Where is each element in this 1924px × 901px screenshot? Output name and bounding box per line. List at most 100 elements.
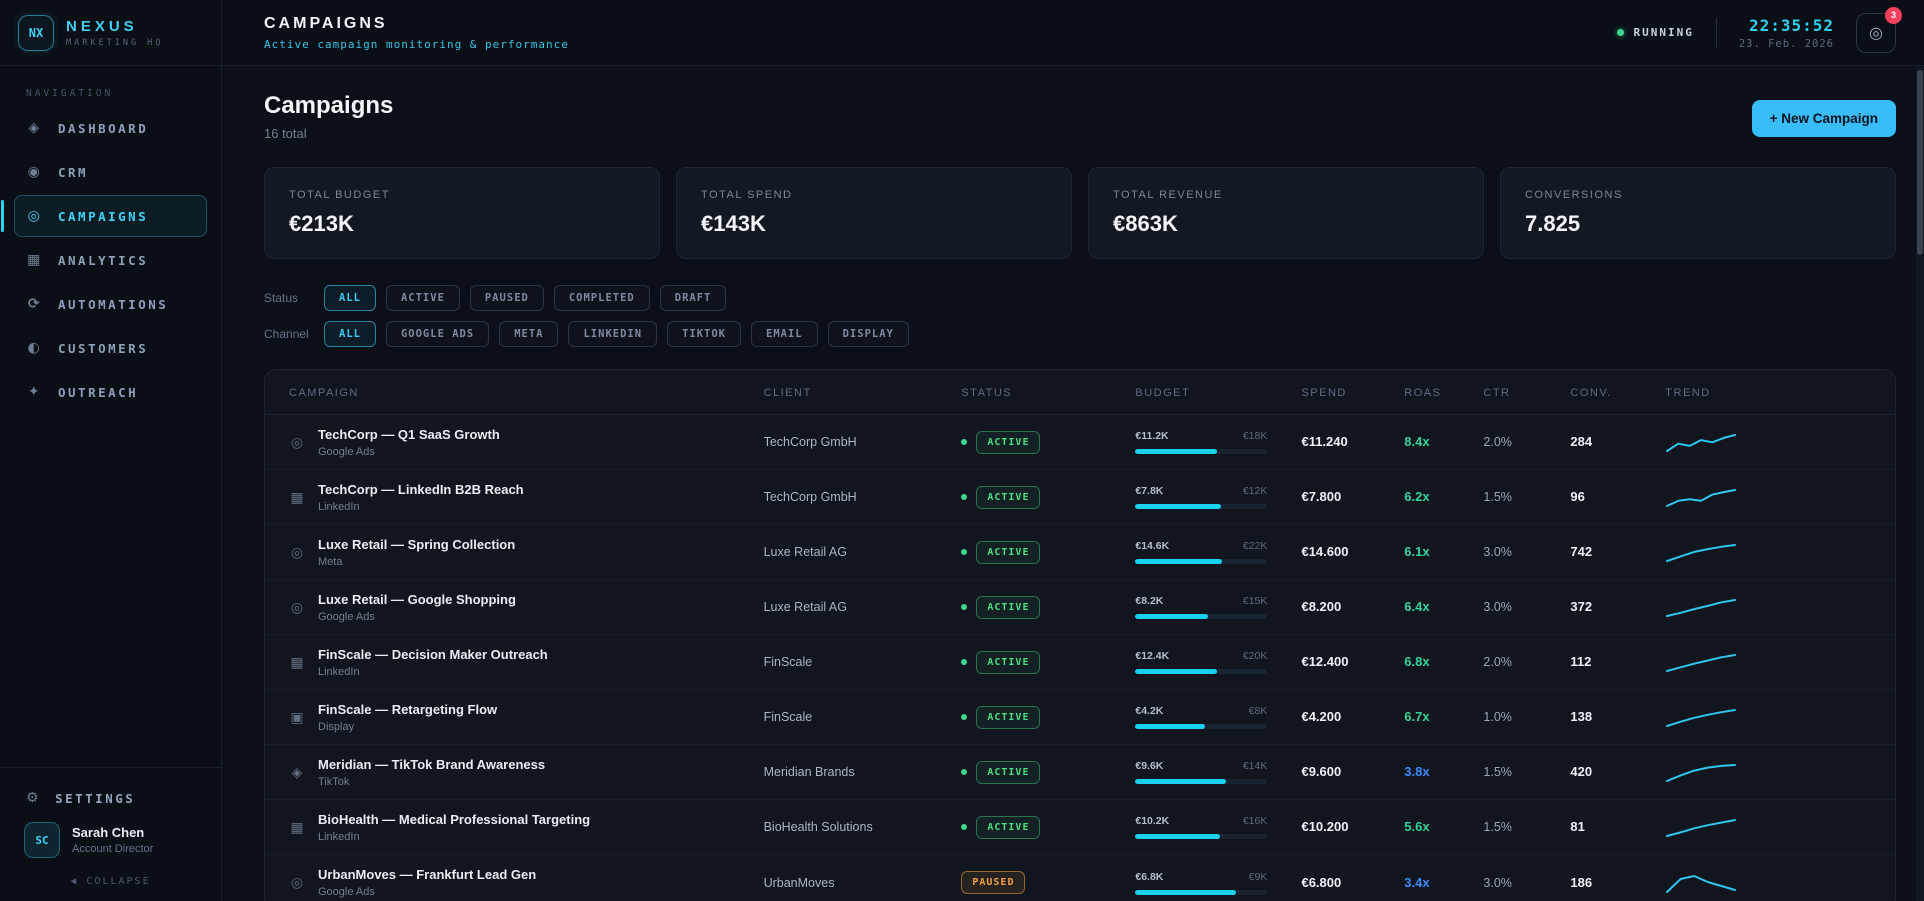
status-wrap: ACTIVE [961,706,1135,729]
budget-cell: €6.8K€9K [1135,871,1267,895]
spend-cell: €11.240 [1301,433,1404,451]
sidebar-item-dashboard[interactable]: ◈DASHBOARD [14,107,207,149]
roas-value: 8.4x [1404,434,1429,449]
filter-chip-linkedin[interactable]: LINKEDIN [568,321,657,347]
status-dot [961,494,967,500]
ctr-value: 3.0% [1483,545,1512,559]
filter-chip-email[interactable]: EMAIL [751,321,818,347]
status-wrap: ACTIVE [961,541,1135,564]
campaign-name-wrap: FinScale — Decision Maker OutreachLinked… [318,647,548,678]
filter-chip-tiktok[interactable]: TIKTOK [667,321,741,347]
budget-spent: €7.8K [1135,485,1163,497]
roas-value: 3.4x [1404,875,1429,890]
user-profile[interactable]: SC Sarah Chen Account Director [16,822,205,858]
status-badge: ACTIVE [976,651,1040,674]
campaign-channel: TikTok [318,776,545,788]
trend-sparkline [1665,705,1737,729]
filter-chip-all[interactable]: ALL [324,321,376,347]
filter-chip-display[interactable]: DISPLAY [828,321,909,347]
status-dot [961,439,967,445]
sidebar-item-crm[interactable]: ◉CRM [14,151,207,193]
ctr-cell: 1.0% [1483,708,1570,726]
meta-icon: ◎ [289,544,305,561]
conv-cell: 138 [1570,708,1665,726]
ctr-cell: 1.5% [1483,763,1570,781]
filter-chip-meta[interactable]: META [499,321,558,347]
budget-progress-track [1135,669,1267,674]
ctr-cell: 3.0% [1483,543,1570,561]
sidebar-item-campaigns[interactable]: ◎CAMPAIGNS [14,195,207,237]
budget-labels: €10.2K€16K [1135,815,1267,827]
sidebar-item-customers[interactable]: ◐CUSTOMERS [14,327,207,369]
divider [1716,18,1717,48]
sidebar-item-label: DASHBOARD [58,121,148,136]
campaign-row[interactable]: ◎Luxe Retail — Spring CollectionMetaLuxe… [265,525,1895,580]
user-info: Sarah Chen Account Director [72,825,153,855]
outreach-icon: ✦ [27,384,43,400]
filter-chip-google-ads[interactable]: GOOGLE ADS [386,321,489,347]
trend-sparkline [1665,650,1737,674]
filter-chip-all[interactable]: ALL [324,285,376,311]
ctr-value: 3.0% [1483,600,1512,614]
roas-value: 6.4x [1404,599,1429,614]
budget-cell: €8.2K€15K [1135,595,1267,619]
status-cell: ACTIVE [961,596,1135,619]
stat-value: 7.825 [1525,211,1871,237]
campaign-row[interactable]: ◎TechCorp — Q1 SaaS GrowthGoogle AdsTech… [265,415,1895,470]
clock: 22:35:52 23. Feb. 2026 [1739,16,1834,50]
conv-value: 420 [1570,764,1592,779]
sidebar-item-analytics[interactable]: ▦ANALYTICS [14,239,207,281]
filter-chip-completed[interactable]: COMPLETED [554,285,650,311]
campaign-name: TechCorp — LinkedIn B2B Reach [318,482,524,497]
campaign-name: FinScale — Decision Maker Outreach [318,647,548,662]
active-indicator [1,200,4,232]
scrollbar [1916,67,1924,901]
campaign-row[interactable]: ◈Meridian — TikTok Brand AwarenessTikTok… [265,745,1895,800]
filter-chip-draft[interactable]: DRAFT [660,285,727,311]
collapse-button[interactable]: ◀ COLLAPSE [16,876,205,887]
campaign-row[interactable]: ◎UrbanMoves — Frankfurt Lead GenGoogle A… [265,855,1895,901]
campaign-row[interactable]: ◎Luxe Retail — Google ShoppingGoogle Ads… [265,580,1895,635]
budget-progress-track [1135,449,1267,454]
spend-value: €6.800 [1301,875,1341,890]
budget-progress-fill [1135,559,1222,564]
topbar-subtitle: Active campaign monitoring & performance [264,38,569,51]
budget-spent: €6.8K [1135,871,1163,883]
campaign-name-wrap: TechCorp — LinkedIn B2B ReachLinkedIn [318,482,524,513]
sidebar-item-settings[interactable]: ⚙ SETTINGS [16,784,205,822]
budget-labels: €9.6K€14K [1135,760,1267,772]
status-dot [961,549,967,555]
conv-value: 372 [1570,599,1592,614]
budget-spent: €4.2K [1135,705,1163,717]
campaign-cell: ▦TechCorp — LinkedIn B2B ReachLinkedIn [289,482,764,513]
budget-progress-track [1135,779,1267,784]
sidebar-item-automations[interactable]: ⟳AUTOMATIONS [14,283,207,325]
campaigns-table: CAMPAIGNCLIENTSTATUSBUDGETSPENDROASCTRCO… [264,369,1896,901]
ctr-value: 1.0% [1483,710,1512,724]
topbar-right: RUNNING 22:35:52 23. Feb. 2026 ◎ 3 [1617,13,1896,53]
filter-chip-active[interactable]: ACTIVE [386,285,460,311]
budget-labels: €4.2K€8K [1135,705,1267,717]
budget-labels: €8.2K€15K [1135,595,1267,607]
campaign-row[interactable]: ▣FinScale — Retargeting FlowDisplayFinSc… [265,690,1895,745]
column-header: ROAS [1404,387,1483,399]
campaign-channel: Display [318,721,497,733]
trend-cell [1665,430,1871,454]
spend-cell: €4.200 [1301,708,1404,726]
filter-chip-paused[interactable]: PAUSED [470,285,544,311]
trend-sparkline [1665,595,1737,619]
budget-cell-col: €12.4K€20K [1135,650,1301,674]
sidebar-item-outreach[interactable]: ✦OUTREACH [14,371,207,413]
campaign-row[interactable]: ▦TechCorp — LinkedIn B2B ReachLinkedInTe… [265,470,1895,525]
scrollbar-thumb[interactable] [1917,70,1923,255]
roas-value: 6.2x [1404,489,1429,504]
campaign-row[interactable]: ▦FinScale — Decision Maker OutreachLinke… [265,635,1895,690]
brand-logo: NX [18,15,54,51]
status-badge: ACTIVE [976,596,1040,619]
budget-cell: €12.4K€20K [1135,650,1267,674]
new-campaign-button[interactable]: + New Campaign [1752,100,1896,137]
user-role: Account Director [72,843,153,855]
budget-labels: €6.8K€9K [1135,871,1267,883]
notifications-button[interactable]: ◎ 3 [1856,13,1896,53]
campaign-row[interactable]: ▦BioHealth — Medical Professional Target… [265,800,1895,855]
